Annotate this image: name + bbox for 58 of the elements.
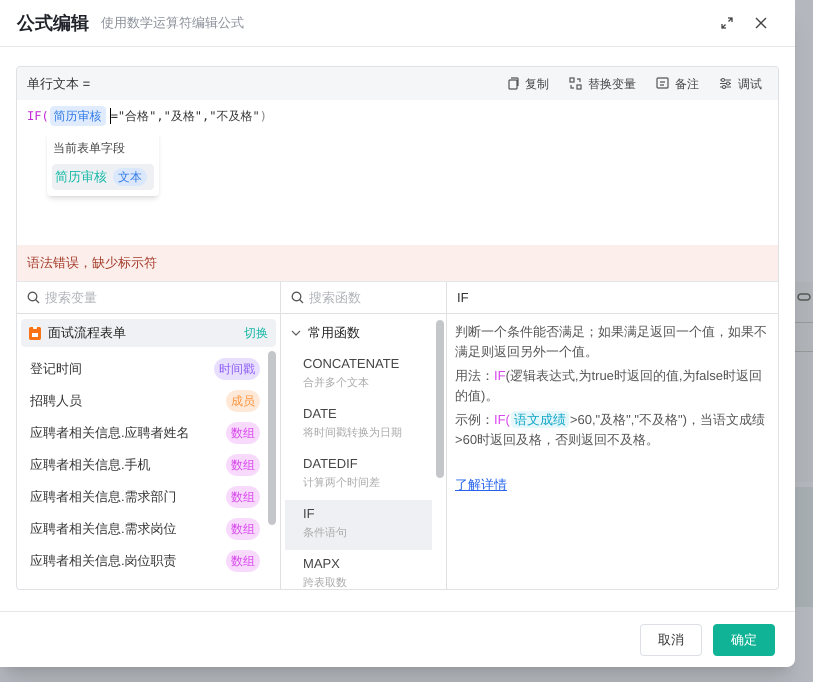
formula-text: ="合格","及格","不及格" [110,108,260,125]
toolbar-button[interactable]: 替换变量 [569,74,636,92]
field-token: 简历审核 [50,106,106,126]
type-badge: 数组 [226,486,260,508]
link-icon [797,292,811,302]
variable-name: 招聘人员 [30,392,82,410]
type-badge: 数组 [226,422,260,444]
field-label: 单行文本 = [27,74,90,93]
search-field[interactable]: 搜索变量 [45,288,245,308]
variable-name: 应聘者相关信息.手机 [30,456,151,474]
help-description: 判断一个条件能否满足；如果满足返回一个值，如果不满足则返回另外一个值。 [455,323,768,361]
expand-icon[interactable] [720,16,734,30]
formula-text: IF( [27,108,49,125]
variable-name: 应聘者相关信息.应聘者姓名 [30,424,190,442]
text-cursor [110,108,111,124]
type-badge: 成员 [226,390,260,412]
search-field[interactable]: 搜索函数 [309,288,429,308]
search-icon [291,291,304,304]
caret-icon[interactable] [291,328,301,338]
copy-icon [506,77,519,90]
function-item[interactable]: MAPX 跨表取数 [285,550,432,589]
form-name: 面试流程表单 [48,324,126,342]
variable-name: 应聘者相关信息.岗位职责 [30,552,177,570]
function-item[interactable]: IF 条件语句 [285,500,432,550]
function-item[interactable]: CONCATENATE 合并多个文本 [285,350,432,400]
function-item[interactable]: DATE 将时间戳转换为日期 [285,400,432,450]
field-name: 简历审核 [55,168,107,186]
toolbar-button[interactable]: 备注 [656,74,699,92]
variable-name: 应聘者相关信息.需求部门 [30,488,177,506]
popup-heading: 当前表单字段 [52,140,126,157]
type-badge: 数组 [226,518,260,540]
toolbar-button[interactable]: 调试 [719,74,762,92]
type-badge: 时间戳 [214,358,260,380]
type-badge: 数组 [226,550,260,572]
dialog-title: 公式编辑 [17,12,89,34]
usage-text: 用法：IF(逻辑表达式,为true时返回的值,为false时返回的值)。 [455,367,763,405]
search-icon [27,291,40,304]
variable-name: 登记时间 [30,360,82,378]
type-badge: 文本 [113,168,147,186]
type-badge: 数组 [226,454,260,476]
function-item[interactable]: DATEDIF 计算两个时间差 [285,450,432,500]
formula-text: ) [260,108,267,125]
scrollbar[interactable] [268,351,276,525]
swap-icon [569,77,582,90]
close-icon[interactable] [754,16,768,30]
dialog-subtitle: 使用数学运算符编辑公式 [101,14,244,32]
toolbar-button[interactable]: 复制 [506,74,549,92]
sliders-icon [719,77,732,90]
details-link[interactable]: 了解详情 [455,475,507,495]
scrollbar[interactable] [436,320,444,478]
cancel-button[interactable]: 取消 [640,624,702,656]
category-name[interactable]: 常用函数 [308,323,360,343]
variable-name: 应聘者相关信息.需求岗位 [30,520,177,538]
note-icon [656,77,669,90]
form-icon [29,326,41,340]
help-title: IF [457,288,469,307]
example-text: 示例：IF( 语文成绩 >60,"及格","不及格")，当语文成绩>60时返回及格，否则返回不及格。 [455,410,766,449]
error-message: 语法错误，缺少标示符 [17,245,778,282]
